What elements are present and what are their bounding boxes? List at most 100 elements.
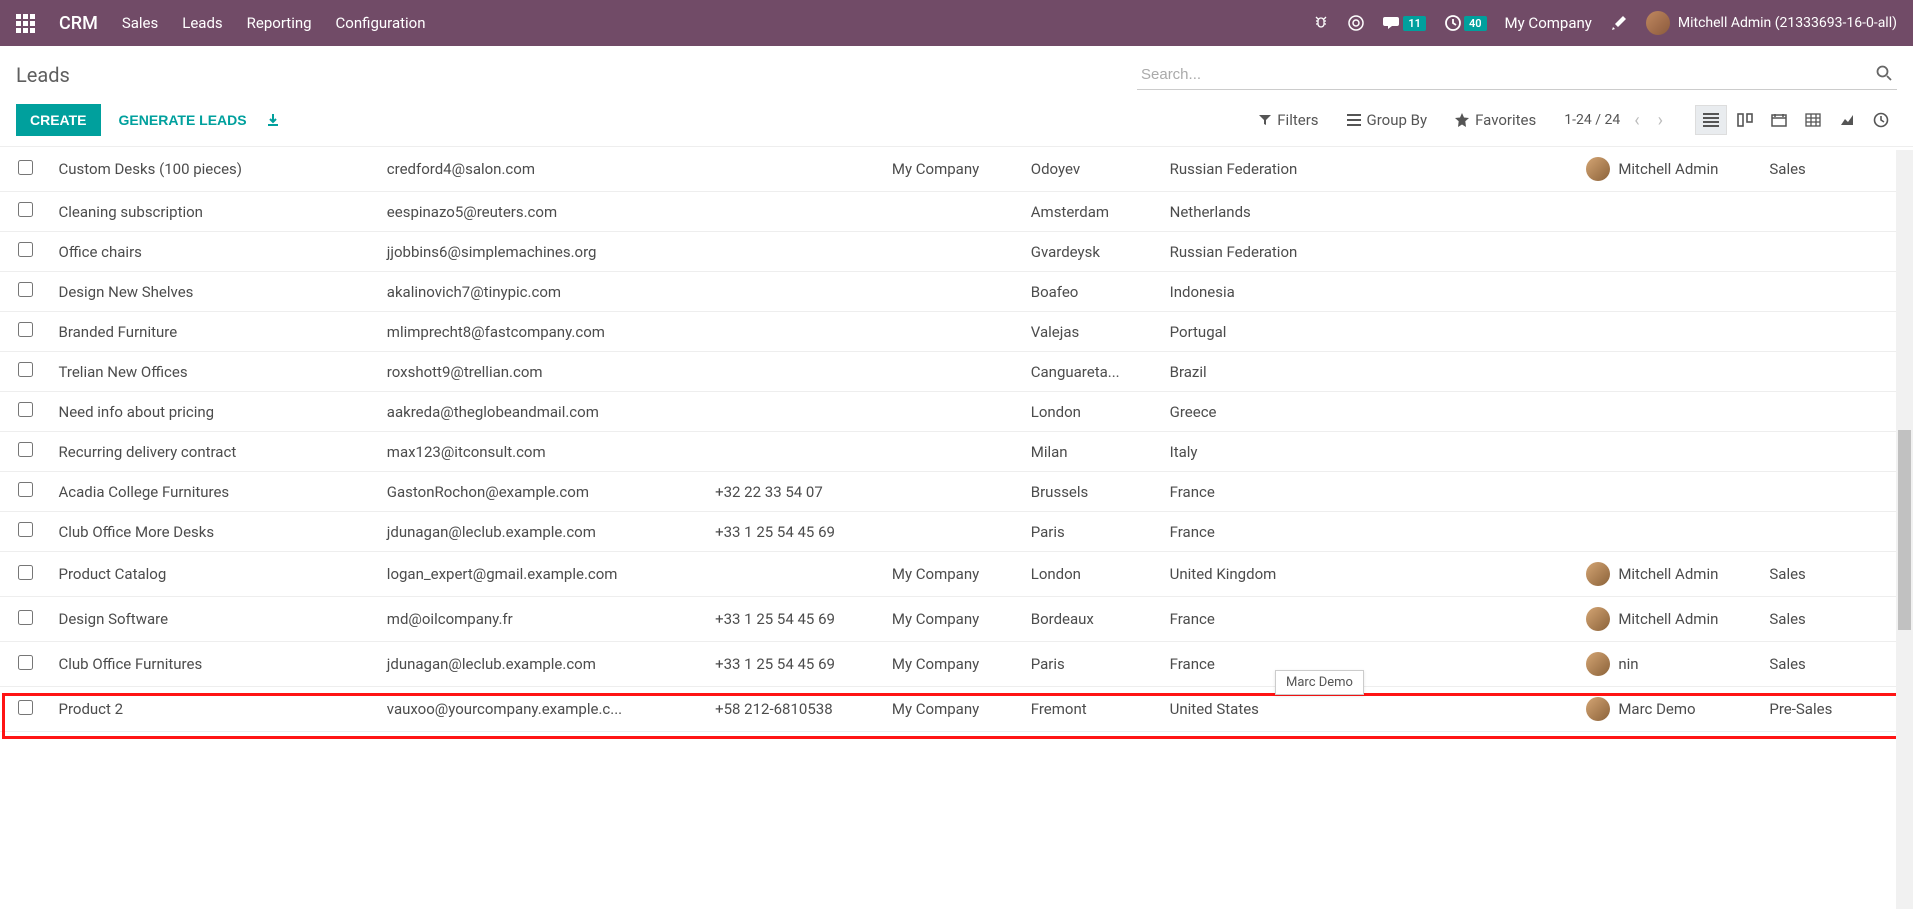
table-row[interactable]: Trelian New Officesroxshott9@trellian.co…	[0, 352, 1913, 392]
user-name: Mitchell Admin (21333693-16-0-all)	[1678, 15, 1897, 31]
user-menu[interactable]: Mitchell Admin (21333693-16-0-all)	[1646, 11, 1897, 35]
cell-company: My Company	[884, 147, 1023, 192]
cell-email: jdunagan@leclub.example.com	[379, 512, 707, 552]
table-row[interactable]: Product Cataloglogan_expert@gmail.exampl…	[0, 552, 1913, 597]
cell-phone: +33 1 25 54 45 69	[707, 642, 884, 687]
view-calendar-icon[interactable]	[1763, 105, 1795, 135]
cell-lead: Club Office Furnitures	[51, 642, 379, 687]
groupby-button[interactable]: Group By	[1347, 111, 1428, 129]
cell-team	[1761, 512, 1913, 552]
cell-lead: Design New Shelves	[51, 272, 379, 312]
row-checkbox[interactable]	[18, 610, 33, 625]
table-row[interactable]: Cleaning subscriptioneespinazo5@reuters.…	[0, 192, 1913, 232]
apps-icon[interactable]	[16, 14, 35, 33]
table-row[interactable]: Design Softwaremd@oilcompany.fr+33 1 25 …	[0, 597, 1913, 642]
row-checkbox[interactable]	[18, 700, 33, 715]
row-checkbox[interactable]	[18, 522, 33, 537]
pager-prev[interactable]: ‹	[1630, 110, 1643, 131]
salesperson-avatar	[1586, 697, 1610, 721]
table-row[interactable]: Design New Shelvesakalinovich7@tinypic.c…	[0, 272, 1913, 312]
salesperson-tooltip: Marc Demo	[1275, 670, 1364, 695]
view-activity-icon[interactable]	[1865, 105, 1897, 135]
row-checkbox[interactable]	[18, 322, 33, 337]
cell-company	[884, 312, 1023, 352]
cell-country: Portugal	[1162, 312, 1440, 352]
cell-team	[1761, 352, 1913, 392]
salesperson-avatar	[1586, 607, 1610, 631]
nav-leads[interactable]: Leads	[182, 14, 222, 32]
row-checkbox[interactable]	[18, 402, 33, 417]
filters-button[interactable]: Filters	[1259, 111, 1318, 129]
favorites-button[interactable]: Favorites	[1455, 111, 1536, 129]
row-checkbox[interactable]	[18, 655, 33, 670]
cell-team	[1761, 312, 1913, 352]
generate-leads-button[interactable]: GENERATE LEADS	[119, 112, 247, 128]
nav-sales[interactable]: Sales	[122, 14, 158, 32]
cell-company	[884, 512, 1023, 552]
cell-salesperson	[1578, 472, 1761, 512]
search-input[interactable]	[1137, 60, 1897, 90]
table-row[interactable]: Need info about pricingaakreda@theglobea…	[0, 392, 1913, 432]
cell-city: Boafeo	[1023, 272, 1162, 312]
table-row[interactable]: Branded Furnituremlimprecht8@fastcompany…	[0, 312, 1913, 352]
table-row[interactable]: Office chairsjjobbins6@simplemachines.or…	[0, 232, 1913, 272]
debug-icon[interactable]	[1313, 15, 1329, 31]
page-title: Leads	[16, 63, 70, 87]
row-checkbox[interactable]	[18, 160, 33, 175]
row-checkbox[interactable]	[18, 282, 33, 297]
cell-email: akalinovich7@tinypic.com	[379, 272, 707, 312]
row-checkbox[interactable]	[18, 442, 33, 457]
search-icon[interactable]	[1875, 64, 1893, 82]
cell-city: Fremont	[1023, 687, 1162, 732]
cell-email: md@oilcompany.fr	[379, 597, 707, 642]
nav-reporting[interactable]: Reporting	[247, 14, 312, 32]
table-row[interactable]: Custom Desks (100 pieces)credford4@salon…	[0, 147, 1913, 192]
table-row[interactable]: Club Office More Desksjdunagan@leclub.ex…	[0, 512, 1913, 552]
user-avatar	[1646, 11, 1670, 35]
tools-icon[interactable]	[1610, 14, 1628, 32]
table-row[interactable]: Product 2vauxoo@yourcompany.example.c...…	[0, 687, 1913, 732]
cell-team	[1761, 432, 1913, 472]
cell-company	[884, 272, 1023, 312]
row-checkbox[interactable]	[18, 565, 33, 580]
app-brand[interactable]: CRM	[59, 13, 98, 34]
view-kanban-icon[interactable]	[1729, 105, 1761, 135]
cell-phone	[707, 232, 884, 272]
view-graph-icon[interactable]	[1831, 105, 1863, 135]
cell-salesperson	[1578, 392, 1761, 432]
row-checkbox[interactable]	[18, 242, 33, 257]
cell-phone: +33 1 25 54 45 69	[707, 597, 884, 642]
row-checkbox[interactable]	[18, 482, 33, 497]
row-checkbox[interactable]	[18, 362, 33, 377]
cell-city: Milan	[1023, 432, 1162, 472]
scrollbar[interactable]	[1896, 150, 1913, 909]
activities-icon[interactable]: 40	[1444, 14, 1487, 32]
table-row[interactable]: Acadia College FurnituresGastonRochon@ex…	[0, 472, 1913, 512]
cell-city: Gvardeysk	[1023, 232, 1162, 272]
pager-next[interactable]: ›	[1654, 110, 1667, 131]
cell-email: credford4@salon.com	[379, 147, 707, 192]
salesperson-avatar	[1586, 562, 1610, 586]
create-button[interactable]: CREATE	[16, 104, 101, 136]
cell-country: Russian Federation	[1162, 147, 1440, 192]
messages-icon[interactable]: 11	[1383, 15, 1426, 31]
cell-country: Russian Federation	[1162, 232, 1440, 272]
cell-country: Netherlands	[1162, 192, 1440, 232]
table-row[interactable]: Club Office Furnituresjdunagan@leclub.ex…	[0, 642, 1913, 687]
topbar: CRM Sales Leads Reporting Configuration …	[0, 0, 1913, 46]
view-list-icon[interactable]	[1695, 105, 1727, 135]
cell-lead: Product 2	[51, 687, 379, 732]
cell-city: London	[1023, 392, 1162, 432]
cell-team	[1761, 472, 1913, 512]
import-icon[interactable]	[265, 112, 281, 128]
cell-email: jjobbins6@simplemachines.org	[379, 232, 707, 272]
cell-city: Canguareta...	[1023, 352, 1162, 392]
row-checkbox[interactable]	[18, 202, 33, 217]
table-row[interactable]: Recurring delivery contractmax123@itcons…	[0, 432, 1913, 472]
view-pivot-icon[interactable]	[1797, 105, 1829, 135]
support-icon[interactable]	[1347, 14, 1365, 32]
cell-salesperson: Mitchell Admin	[1578, 552, 1761, 597]
nav-configuration[interactable]: Configuration	[336, 14, 426, 32]
company-switcher[interactable]: My Company	[1505, 14, 1592, 32]
cell-salesperson	[1578, 232, 1761, 272]
